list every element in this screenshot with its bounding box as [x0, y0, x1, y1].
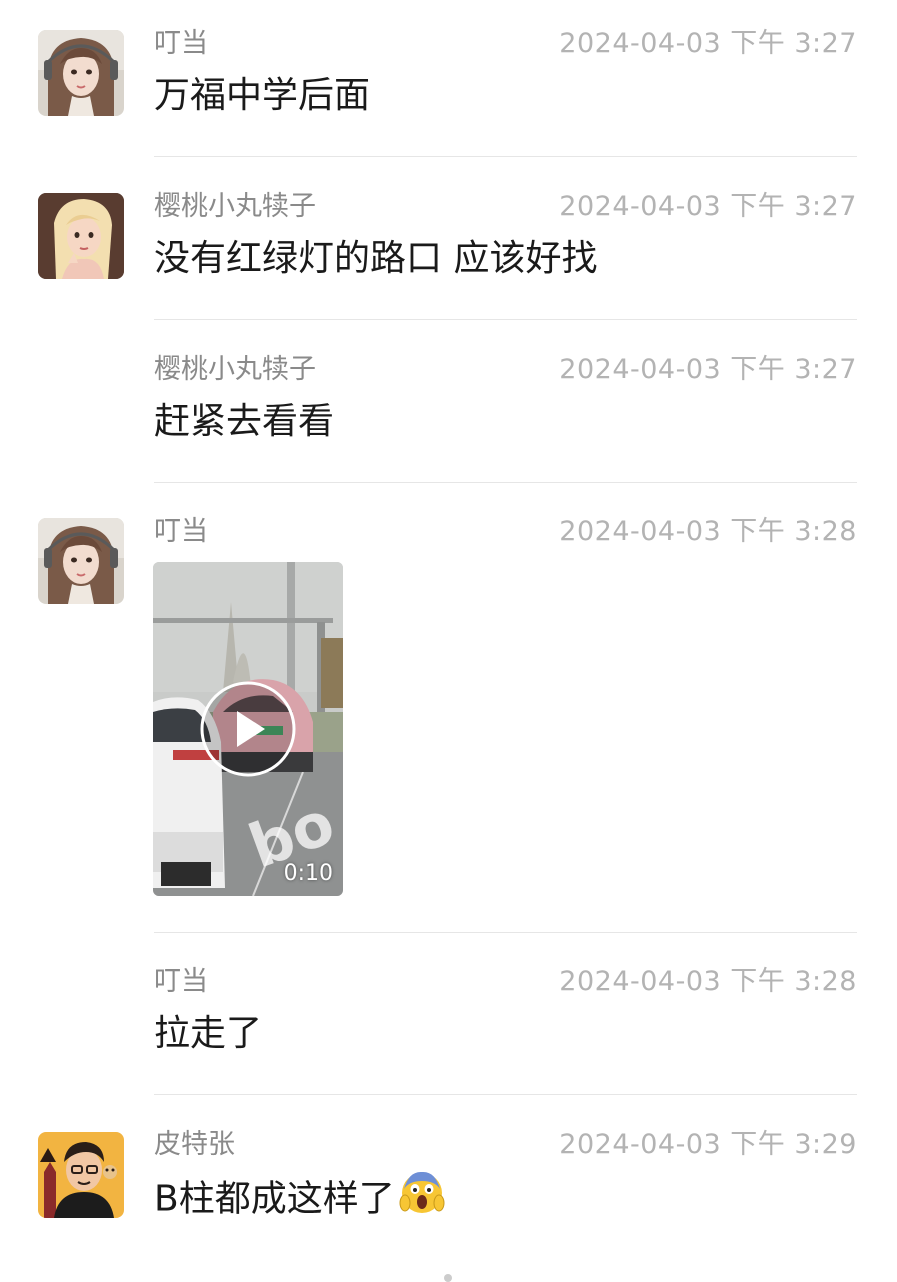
message-timestamp: 2024-04-03 下午 3:27 [559, 191, 857, 222]
avatar[interactable] [38, 30, 124, 116]
message-divider [154, 482, 857, 483]
screaming-face-emoji-icon [399, 1169, 445, 1226]
avatar[interactable] [38, 518, 124, 604]
video-duration: 0:10 [283, 861, 333, 886]
message-divider [154, 319, 857, 320]
message-timestamp: 2024-04-03 下午 3:27 [559, 354, 857, 385]
message-timestamp: 2024-04-03 下午 3:29 [559, 1129, 857, 1160]
message-divider [154, 1094, 857, 1095]
sender-name: 樱桃小丸犊子 [154, 354, 316, 385]
sender-name: 樱桃小丸犊子 [154, 191, 316, 222]
video-message-thumbnail[interactable]: bo 0:10 [153, 562, 343, 896]
scroll-indicator [444, 1274, 452, 1282]
avatar[interactable] [38, 193, 124, 279]
sender-name: 皮特张 [154, 1129, 235, 1160]
message-divider [154, 932, 857, 933]
message-timestamp: 2024-04-03 下午 3:28 [559, 516, 857, 547]
message-text-content: B柱都成这样了 [154, 1178, 395, 1220]
avatar[interactable] [38, 1132, 124, 1218]
sender-name: 叮当 [154, 516, 208, 547]
message-divider [154, 156, 857, 157]
message-text: B柱都成这样了 [154, 1171, 445, 1226]
message-text: 万福中学后面 [154, 75, 371, 116]
message-text: 赶紧去看看 [154, 401, 335, 442]
message-timestamp: 2024-04-03 下午 3:27 [559, 28, 857, 59]
message-text: 拉走了 [154, 1013, 263, 1054]
message-text: 没有红绿灯的路口 应该好找 [154, 238, 598, 279]
sender-name: 叮当 [154, 966, 208, 997]
sender-name: 叮当 [154, 28, 208, 59]
message-timestamp: 2024-04-03 下午 3:28 [559, 966, 857, 997]
